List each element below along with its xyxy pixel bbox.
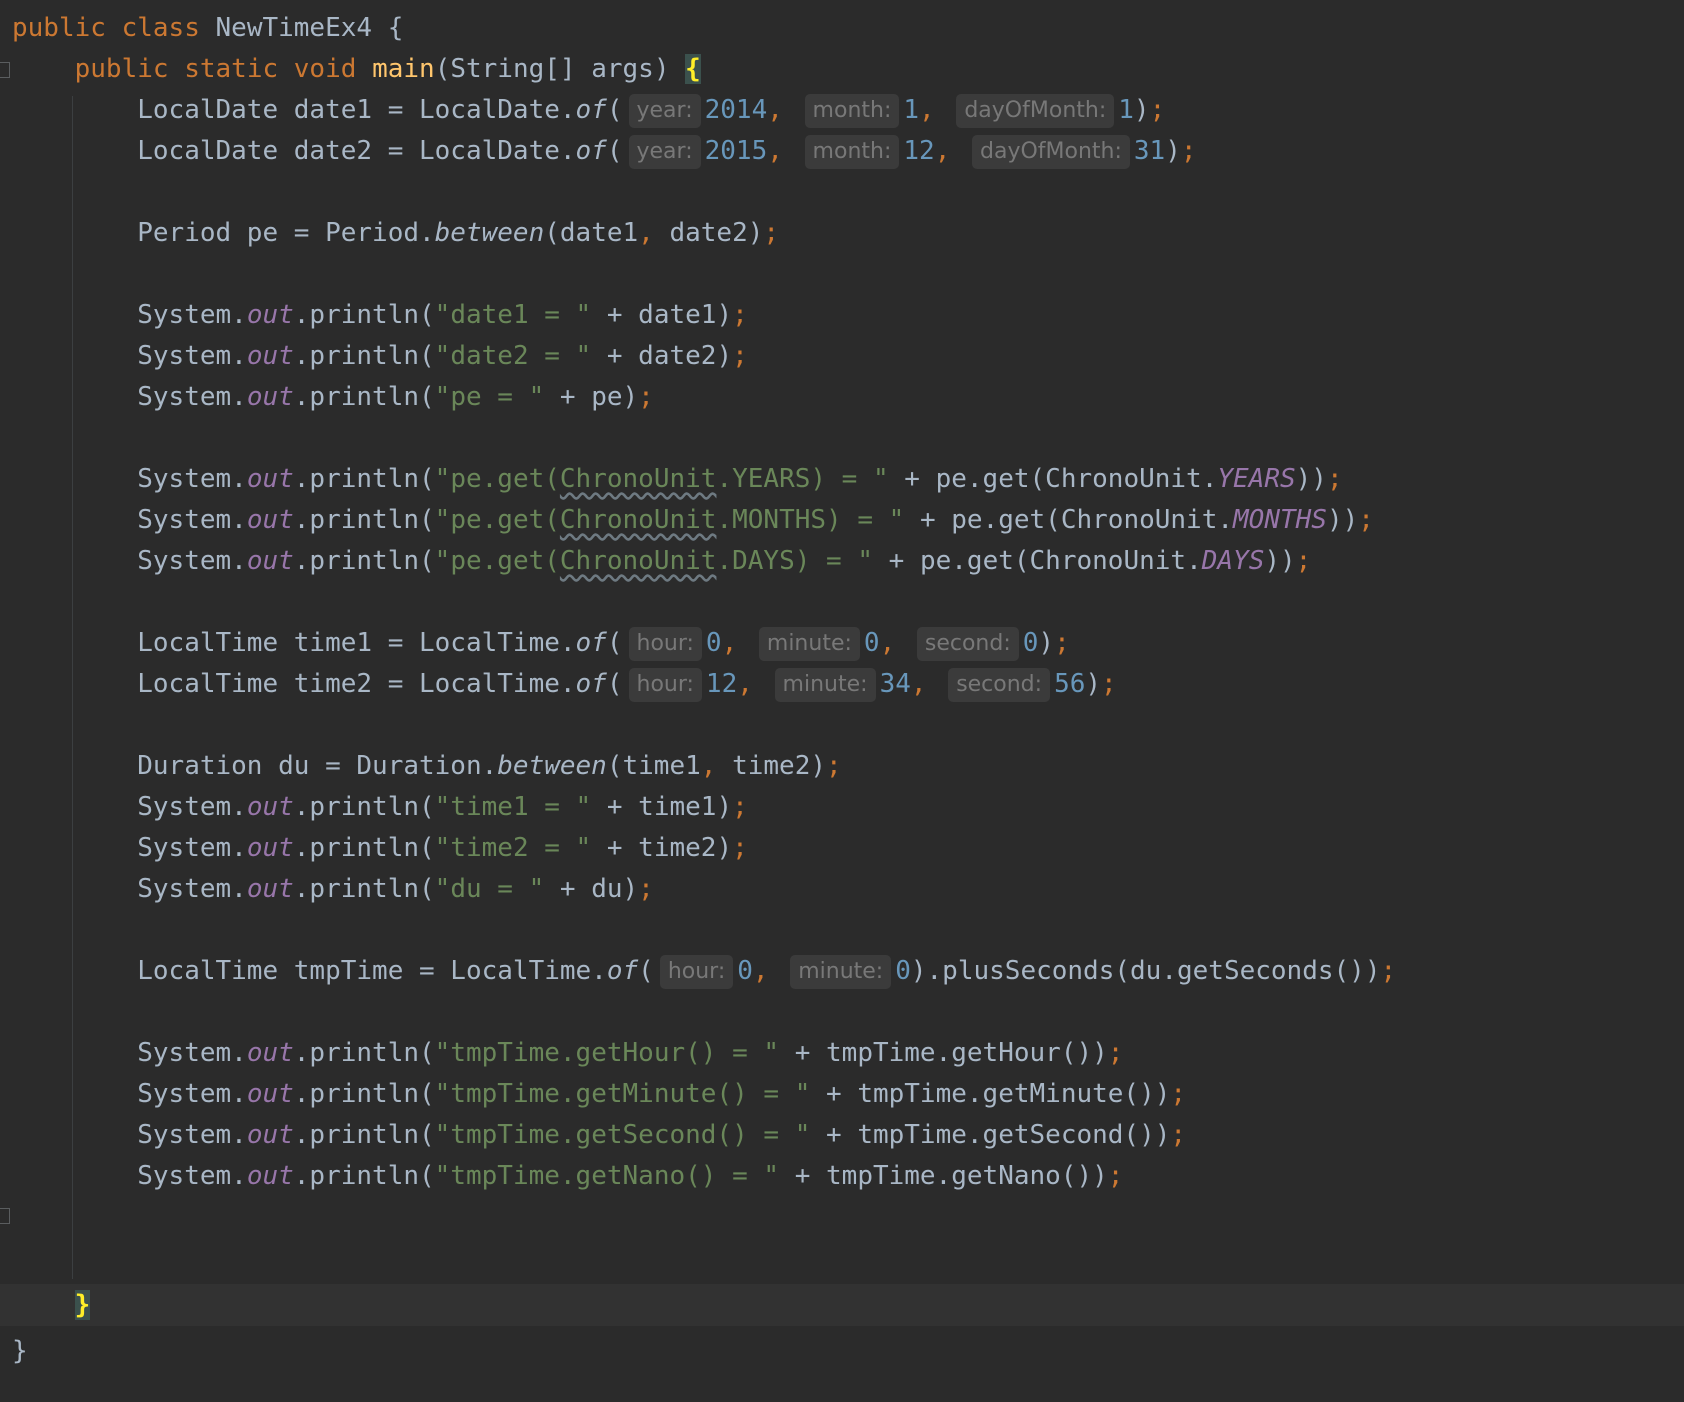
fold-marker-icon[interactable] [0,1208,10,1224]
inlay-hint: minute: [790,954,892,989]
code-line-date1[interactable]: LocalDate date1 = LocalDate.of(year: 2014… [12,88,1165,132]
code-line-print-pe[interactable]: System.out.println("pe = " + pe); [12,375,654,419]
code-line-print-minute[interactable]: System.out.println("tmpTime.getMinute() … [12,1072,1186,1116]
inlay-hint: minute: [774,667,876,702]
code-line-print-second[interactable]: System.out.println("tmpTime.getSecond() … [12,1113,1186,1157]
code-line-date2[interactable]: LocalDate date2 = LocalDate.of(year: 2015… [12,129,1197,173]
inlay-hint: month: [804,93,900,128]
inlay-hint: second: [948,667,1051,702]
code-line-print-months[interactable]: System.out.println("pe.get(ChronoUnit.MO… [12,498,1374,542]
inlay-hint: dayOfMonth: [956,93,1115,128]
matched-brace: } [74,1290,91,1320]
typo-underline: ChronoUnit [559,546,717,576]
inlay-hint: hour: [628,667,702,702]
code-line-print-time2[interactable]: System.out.println("time2 = " + time2); [12,826,748,870]
code-line-time1[interactable]: LocalTime time1 = LocalTime.of(hour: 0, m… [12,621,1070,665]
code-line-print-years[interactable]: System.out.println("pe.get(ChronoUnit.YE… [12,457,1342,501]
code-line-period[interactable]: Period pe = Period.between(date1, date2)… [12,211,779,255]
inlay-hint: dayOfMonth: [972,134,1130,169]
typo-underline: ChronoUnit [559,464,717,494]
typo-underline: ChronoUnit [559,505,717,535]
fold-marker-icon[interactable] [0,62,10,78]
code-editor[interactable]: public class NewTimeEx4 { public static … [0,0,1684,1402]
code-line-duration[interactable]: Duration du = Duration.between(time1, ti… [12,744,841,788]
inlay-hint: hour: [659,954,734,989]
inlay-hint: hour: [628,626,702,661]
inlay-hint: month: [804,134,900,169]
inlay-hint: year: [628,134,701,169]
code-line-print-hour[interactable]: System.out.println("tmpTime.getHour() = … [12,1031,1123,1075]
code-line-class-close[interactable]: } [12,1329,28,1373]
code-line-print-days[interactable]: System.out.println("pe.get(ChronoUnit.DA… [12,539,1311,583]
code-line-print-du[interactable]: System.out.println("du = " + du); [12,867,654,911]
inlay-hint: second: [916,626,1019,661]
current-line-highlight [0,1284,1684,1326]
matched-brace: { [685,54,701,84]
code-line-print-time1[interactable]: System.out.println("time1 = " + time1); [12,785,748,829]
code-line-time2[interactable]: LocalTime time2 = LocalTime.of(hour: 12, … [12,662,1117,706]
code-line-print-date2[interactable]: System.out.println("date2 = " + date2); [12,334,748,378]
code-line-method-close[interactable]: } [12,1284,91,1326]
code-line-method-decl[interactable]: public static void main(String[] args) { [12,47,701,91]
inlay-hint: minute: [758,626,860,661]
code-line-print-nano[interactable]: System.out.println("tmpTime.getNano() = … [12,1154,1123,1198]
inlay-hint: year: [628,93,701,128]
code-line-print-date1[interactable]: System.out.println("date1 = " + date1); [12,293,748,337]
code-line-class-decl[interactable]: public class NewTimeEx4 { [12,6,403,50]
code-line-tmptime[interactable]: LocalTime tmpTime = LocalTime.of(hour: 0,… [12,949,1396,993]
